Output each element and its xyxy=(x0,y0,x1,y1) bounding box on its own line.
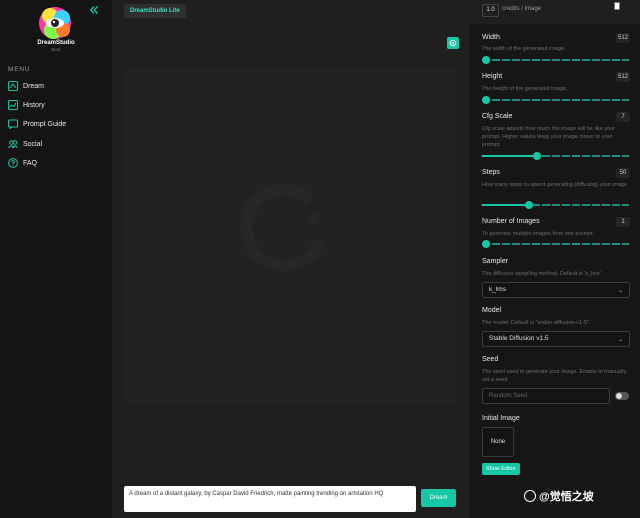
width-desc: The width of the generated image. xyxy=(482,46,566,52)
steps-slider-thumb[interactable] xyxy=(524,201,533,209)
chevron-down-icon: ⌄ xyxy=(617,337,623,343)
num-images-label: Number of Images xyxy=(482,218,540,225)
steps-desc: How many steps to spend generating (diff… xyxy=(482,182,629,188)
app-title-pill: DreamStudio Lite xyxy=(124,4,186,18)
sidebar-item-label: Dream xyxy=(23,82,45,90)
dream-icon xyxy=(8,81,18,91)
watermark-text: @觉悟之坡 xyxy=(539,491,594,503)
seed-input[interactable]: Random Seed xyxy=(482,388,610,404)
help-icon xyxy=(8,158,18,168)
social-icon xyxy=(8,140,18,149)
model-select[interactable]: Stable Diffusion v1.5 ⌄ xyxy=(482,331,630,347)
guide-icon xyxy=(8,119,18,129)
brand-sub: Beta xyxy=(51,47,61,52)
sidebar-item-faq[interactable]: FAQ xyxy=(8,156,37,170)
height-slider-thumb[interactable] xyxy=(482,96,490,104)
credits-label: credits / image xyxy=(502,6,542,12)
steps-value[interactable]: 50 xyxy=(616,168,630,178)
width-value[interactable]: 512 xyxy=(615,33,630,43)
model-label: Model xyxy=(482,307,502,314)
initial-image-label: Initial Image xyxy=(482,415,520,422)
cfg-slider[interactable] xyxy=(482,152,629,160)
sampler-desc: The diffusion sampling method. Default i… xyxy=(482,271,603,277)
steps-label: Steps xyxy=(482,169,500,176)
sidebar-item-label: Prompt Guide xyxy=(23,120,67,128)
num-images-value[interactable]: 1 xyxy=(616,217,630,227)
expand-icon xyxy=(449,39,457,47)
show-editor-button[interactable]: Show Editor xyxy=(482,463,520,475)
prompt-input[interactable]: A dream of a distant galaxy, by Caspar D… xyxy=(124,486,416,512)
menu-label: MENU xyxy=(8,66,31,73)
broken-image-icon xyxy=(614,2,620,10)
collapse-sidebar-icon[interactable] xyxy=(89,5,99,15)
width-label: Width xyxy=(482,34,500,41)
sidebar-item-label: Social xyxy=(23,140,43,148)
sidebar-item-label: FAQ xyxy=(23,159,38,167)
dreamstudio-logo-icon xyxy=(39,7,71,39)
sidebar: DreamStudio Beta MENU Dream History Prom… xyxy=(0,0,112,518)
steps-slider[interactable] xyxy=(482,201,629,209)
height-desc: The height of the generated image. xyxy=(482,86,568,92)
seed-desc: The seed used to generate your image. En… xyxy=(482,369,627,383)
brand-name: DreamStudio xyxy=(37,40,75,46)
num-images-slider-thumb[interactable] xyxy=(482,240,490,248)
num-images-desc: To generate multiple images from one pro… xyxy=(482,231,593,237)
height-slider[interactable] xyxy=(482,96,629,104)
sampler-label: Sampler xyxy=(482,258,509,265)
watermark-logo-icon xyxy=(524,490,536,502)
width-slider[interactable] xyxy=(482,56,629,64)
chevron-down-icon: ⌄ xyxy=(617,288,623,294)
model-selected: Stable Diffusion v1.5 xyxy=(489,335,549,342)
placeholder-logo-icon xyxy=(240,183,326,272)
height-value[interactable]: 512 xyxy=(615,72,630,82)
watermark: @觉悟之坡 xyxy=(524,488,594,504)
cfg-value[interactable]: 7 xyxy=(616,112,630,122)
sidebar-item-dream[interactable]: Dream xyxy=(8,79,44,93)
history-icon xyxy=(8,100,18,110)
sidebar-item-history[interactable]: History xyxy=(8,98,45,112)
canvas-action-button[interactable] xyxy=(447,37,459,49)
seed-label: Seed xyxy=(482,356,499,363)
sidebar-item-social[interactable]: Social xyxy=(8,137,42,151)
seed-toggle[interactable] xyxy=(615,392,629,400)
initial-image-box[interactable]: None xyxy=(482,427,514,457)
sampler-select[interactable]: k_lms ⌄ xyxy=(482,282,630,298)
credits-value: 1.0 xyxy=(482,4,499,17)
num-images-slider[interactable] xyxy=(482,240,629,248)
sidebar-item-label: History xyxy=(23,101,45,109)
height-label: Height xyxy=(482,73,503,80)
sidebar-item-prompt-guide[interactable]: Prompt Guide xyxy=(8,117,66,131)
dream-button[interactable]: Dream xyxy=(421,489,456,507)
width-slider-thumb[interactable] xyxy=(482,56,490,64)
cfg-desc: Cfg scale adjusts how much the image wil… xyxy=(482,126,615,148)
sampler-selected: k_lms xyxy=(489,286,506,293)
model-desc: The model. Default is "stable-diffusion-… xyxy=(482,320,591,326)
cfg-label: Cfg Scale xyxy=(482,113,513,120)
